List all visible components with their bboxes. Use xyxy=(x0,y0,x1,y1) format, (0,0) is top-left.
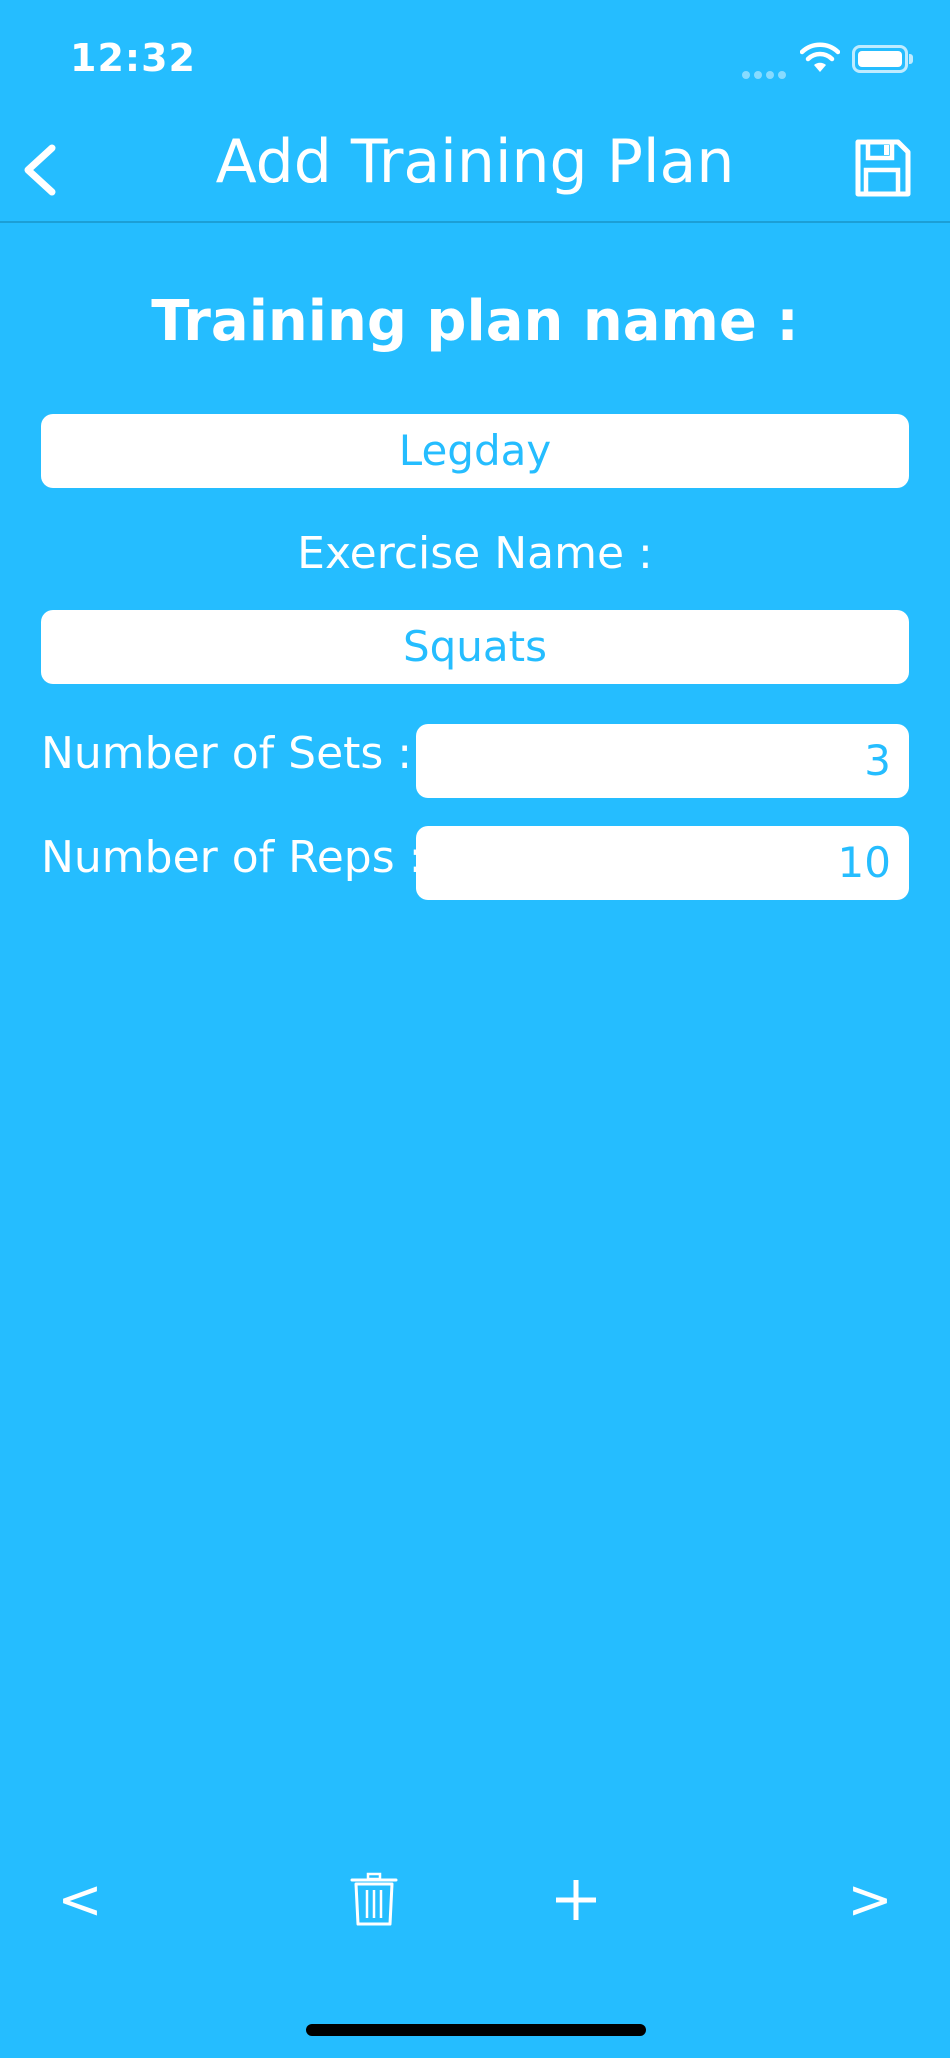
next-button[interactable]: > xyxy=(840,1860,900,1940)
reps-input[interactable]: 10 xyxy=(416,826,909,900)
plan-name-input[interactable]: Legday xyxy=(41,414,909,488)
status-time: 12:32 xyxy=(70,36,196,80)
trash-icon xyxy=(350,1872,398,1926)
sets-label: Number of Sets : xyxy=(41,728,413,779)
exercise-name-input[interactable]: Squats xyxy=(41,610,909,684)
cellular-signal-icon xyxy=(742,64,790,83)
plan-name-heading: Training plan name : xyxy=(151,289,799,354)
page-title: Add Training Plan xyxy=(215,127,735,197)
status-bar: 12:32 xyxy=(0,0,950,116)
previous-button[interactable]: < xyxy=(50,1860,110,1940)
navigation-bar: Add Training Plan xyxy=(0,116,950,223)
home-indicator xyxy=(306,2024,646,2036)
add-button[interactable] xyxy=(546,1860,606,1940)
floppy-disk-icon xyxy=(855,139,911,197)
save-button[interactable] xyxy=(852,136,912,200)
reps-label: Number of Reps : xyxy=(41,832,424,883)
battery-icon xyxy=(852,45,913,73)
wifi-icon xyxy=(800,42,840,72)
delete-button[interactable] xyxy=(344,1860,404,1940)
exercise-name-label: Exercise Name : xyxy=(297,528,653,579)
plus-icon xyxy=(556,1880,596,1920)
sets-input[interactable]: 3 xyxy=(416,724,909,798)
bottom-toolbar: < > xyxy=(0,1860,950,1940)
